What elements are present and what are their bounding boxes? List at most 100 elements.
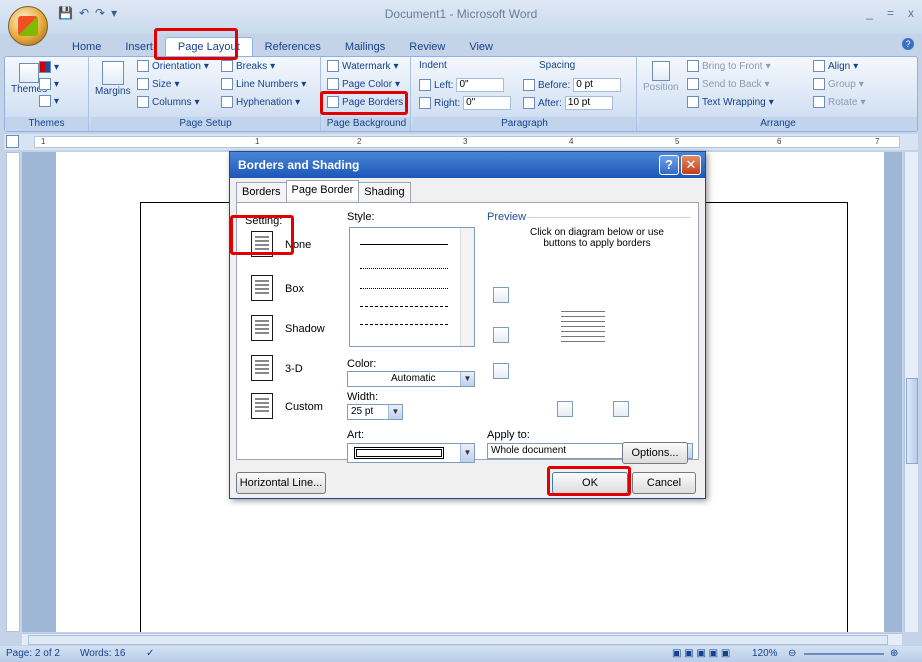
width-value: 25 pt	[351, 406, 374, 417]
tab-mailings[interactable]: Mailings	[333, 38, 397, 56]
proofing-icon[interactable]: ✓	[146, 648, 154, 659]
zoom-slider[interactable]	[804, 653, 884, 655]
color-label: Color:	[347, 358, 377, 370]
style-list-scrollbar[interactable]	[460, 228, 474, 346]
hyphenation-button[interactable]: Hyphenation ▾	[221, 96, 300, 108]
setting-shadow-label[interactable]: Shadow	[285, 323, 325, 335]
setting-3d-label[interactable]: 3-D	[285, 363, 303, 375]
text-wrapping-button[interactable]: Text Wrapping ▾	[687, 96, 774, 108]
style-dash-line[interactable]	[360, 306, 448, 307]
dialog-close-button[interactable]: ✕	[681, 155, 701, 175]
line-numbers-button[interactable]: Line Numbers ▾	[221, 78, 306, 90]
spacing-after-input[interactable]: 10 pt	[564, 96, 613, 110]
indent-right-label: Right:	[434, 97, 461, 109]
color-select[interactable]: Automatic ▼	[347, 371, 475, 387]
horizontal-scrollbar[interactable]	[22, 633, 902, 645]
tab-view[interactable]: View	[457, 38, 505, 56]
minimize-button[interactable]: _	[866, 6, 873, 20]
watermark-label: Watermark	[342, 60, 391, 72]
group-themes: Themes ▾ ▾ ▾ Themes	[5, 57, 89, 131]
position-icon	[651, 61, 670, 81]
tab-home[interactable]: Home	[60, 38, 113, 56]
preview-diagram[interactable]	[531, 275, 641, 379]
theme-effects-button[interactable]: ▾	[39, 95, 59, 107]
tab-review[interactable]: Review	[397, 38, 457, 56]
send-to-back-label: Send to Back	[702, 78, 762, 90]
margins-button[interactable]: Margins	[95, 61, 131, 97]
breaks-button[interactable]: Breaks ▾	[221, 60, 275, 72]
ruler-number: 6	[777, 137, 782, 146]
breaks-label: Breaks	[236, 60, 268, 72]
group-icon	[813, 78, 825, 90]
style-list[interactable]	[349, 227, 475, 347]
page-color-icon	[327, 78, 339, 90]
vertical-ruler[interactable]	[6, 152, 20, 632]
office-button[interactable]	[8, 6, 48, 46]
group-button[interactable]: Group ▾	[813, 78, 864, 90]
indent-heading: Indent	[419, 60, 447, 71]
width-select[interactable]: 25 pt ▼	[347, 404, 403, 420]
position-button[interactable]: Position	[643, 61, 679, 93]
art-select[interactable]: ▼	[347, 443, 475, 463]
restore-button[interactable]: =	[887, 6, 894, 20]
left-border-toggle[interactable]	[557, 401, 573, 417]
zoom-out-icon[interactable]: ⊖	[788, 648, 796, 659]
vertical-scrollbar[interactable]	[904, 152, 918, 632]
word-count[interactable]: Words: 16	[80, 648, 125, 659]
watermark-button[interactable]: Watermark ▾	[327, 60, 399, 72]
setting-custom-button[interactable]	[251, 393, 273, 419]
help-icon[interactable]: ?	[902, 38, 914, 50]
horizontal-scroll-thumb[interactable]	[28, 635, 888, 645]
size-button[interactable]: Size ▾	[137, 78, 179, 90]
spacing-before-input[interactable]: 0 pt	[573, 78, 622, 92]
tab-shading[interactable]: Shading	[358, 182, 411, 202]
zoom-level[interactable]: 120%	[752, 648, 778, 659]
indent-right-icon	[419, 97, 431, 109]
page-color-label: Page Color	[342, 78, 393, 90]
line-numbers-icon	[221, 78, 233, 90]
dialog-help-button[interactable]: ?	[659, 155, 679, 175]
theme-fonts-button[interactable]: ▾	[39, 78, 59, 90]
cancel-button[interactable]: Cancel	[632, 472, 696, 494]
send-to-back-button[interactable]: Send to Back ▾	[687, 78, 770, 90]
align-button[interactable]: Align ▾	[813, 60, 858, 72]
art-preview	[354, 447, 444, 459]
theme-colors-button[interactable]: ▾	[39, 61, 59, 73]
setting-custom-label[interactable]: Custom	[285, 401, 323, 413]
tab-references[interactable]: References	[253, 38, 333, 56]
page-color-button[interactable]: Page Color ▾	[327, 78, 400, 90]
setting-box-label[interactable]: Box	[285, 283, 304, 295]
indent-left-input[interactable]: 0"	[456, 78, 505, 92]
horizontal-ruler[interactable]: 1 1 2 3 4 5 6 7	[34, 136, 900, 148]
setting-3d-button[interactable]	[251, 355, 273, 381]
style-long-dash-line[interactable]	[360, 324, 448, 325]
style-fine-dash-line[interactable]	[360, 288, 448, 289]
rotate-label: Rotate	[828, 96, 858, 108]
margins-label: Margins	[95, 86, 131, 97]
view-buttons[interactable]: ▣ ▣ ▣ ▣ ▣	[672, 648, 730, 659]
style-dotted-line[interactable]	[360, 268, 448, 269]
tab-borders[interactable]: Borders	[236, 182, 287, 202]
right-border-toggle[interactable]	[613, 401, 629, 417]
horizontal-line-button[interactable]: Horizontal Line...	[236, 472, 326, 494]
vertical-scroll-thumb[interactable]	[906, 378, 918, 464]
zoom-in-icon[interactable]: ⊕	[890, 648, 898, 659]
bottom-border-toggle[interactable]	[493, 327, 509, 343]
tab-selector[interactable]	[6, 135, 19, 148]
page-count[interactable]: Page: 2 of 2	[6, 648, 60, 659]
options-button[interactable]: Options...	[622, 442, 688, 464]
style-solid-line[interactable]	[360, 244, 448, 245]
setting-shadow-button[interactable]	[251, 315, 273, 341]
setting-box-button[interactable]	[251, 275, 273, 301]
bring-to-front-button[interactable]: Bring to Front ▾	[687, 60, 771, 72]
theme-effects-icon	[39, 95, 51, 107]
indent-right: Right: 0"	[419, 96, 512, 110]
orientation-button[interactable]: Orientation ▾	[137, 60, 209, 72]
columns-button[interactable]: Columns ▾	[137, 96, 200, 108]
middle-border-toggle[interactable]	[493, 363, 509, 379]
rotate-button[interactable]: Rotate ▾	[813, 96, 866, 108]
indent-right-input[interactable]: 0"	[463, 96, 512, 110]
close-button[interactable]: x	[908, 6, 914, 20]
tab-page-border[interactable]: Page Border	[285, 180, 360, 200]
top-border-toggle[interactable]	[493, 287, 509, 303]
